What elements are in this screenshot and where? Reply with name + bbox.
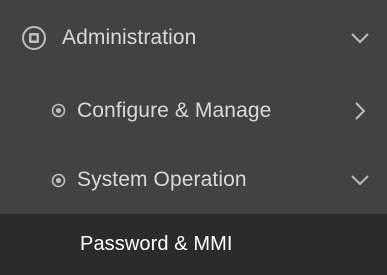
menu-item-label: Configure & Manage xyxy=(77,98,272,122)
menu-item-configure-manage[interactable]: Configure & Manage xyxy=(0,75,387,146)
radio-icon xyxy=(50,172,67,189)
radio-icon xyxy=(50,102,67,119)
menu-item-label: System Operation xyxy=(77,168,247,191)
menu-item-system-operation[interactable]: System Operation xyxy=(0,146,387,214)
menu-item-administration[interactable]: Administration xyxy=(0,0,387,75)
chevron-right-icon[interactable] xyxy=(349,100,371,122)
chevron-down-icon[interactable] xyxy=(349,27,371,49)
menu-item-password-mmi[interactable]: Password & MMI xyxy=(0,214,387,275)
admin-icon xyxy=(20,24,48,52)
menu-item-label: Administration xyxy=(62,25,197,49)
menu-item-label: Password & MMI xyxy=(80,233,233,255)
sidebar-menu: Administration Configure & Manage System… xyxy=(0,0,387,275)
chevron-down-icon[interactable] xyxy=(349,169,371,191)
